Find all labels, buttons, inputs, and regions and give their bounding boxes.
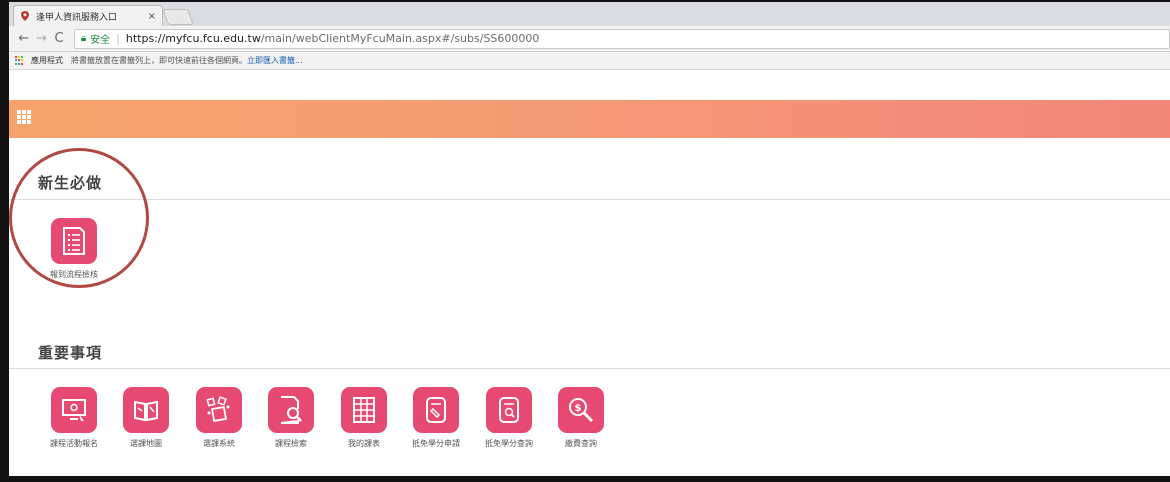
credit-apply-icon <box>413 387 459 433</box>
app-label: 課程活動報名 <box>50 439 98 448</box>
section-divider <box>9 199 1170 200</box>
section-divider <box>9 368 1170 369</box>
document-search-icon <box>268 387 314 433</box>
browser-tab[interactable]: 逢甲人資訊服務入口 × <box>13 5 163 26</box>
bookmarks-bar: 應用程式 將書籤放置在書籤列上，即可快速前往各個網頁。 立即匯入書籤... <box>9 52 1170 70</box>
app-credit-waiver-query[interactable]: 抵免學分查詢 <box>477 387 541 449</box>
app-course-selection[interactable]: 選課系統 <box>187 387 251 449</box>
secure-label: 安全 <box>90 35 111 46</box>
tab-close-icon[interactable]: × <box>148 11 156 22</box>
location-pin-icon <box>21 11 29 21</box>
bookmark-apps-link[interactable]: 應用程式 <box>31 55 63 66</box>
section-title-important: 重要事項 <box>38 344 103 362</box>
app-credit-waiver-apply[interactable]: 抵免學分申請 <box>404 387 468 449</box>
svg-text:$: $ <box>575 403 582 414</box>
monitor-signup-icon <box>51 387 97 433</box>
app-label: 選課系統 <box>203 439 235 448</box>
import-bookmarks-link[interactable]: 立即匯入書籤... <box>247 55 303 66</box>
lock-icon: 🔒︎ <box>80 33 87 44</box>
timetable-icon <box>341 387 387 433</box>
apps-grid-icon[interactable] <box>15 55 25 66</box>
app-label: 我的課表 <box>348 439 380 448</box>
url-separator: | <box>116 32 120 45</box>
app-label: 選課地圖 <box>130 439 162 448</box>
app-course-activity-signup[interactable]: 課程活動報名 <box>42 387 106 449</box>
tab-title: 逢甲人資訊服務入口 <box>36 12 118 23</box>
bookmarks-hint: 將書籤放置在書籤列上，即可快速前往各個網頁。 <box>71 56 247 65</box>
app-my-timetable[interactable]: 我的課表 <box>332 387 396 449</box>
site-header <box>9 100 1170 138</box>
app-payment-query[interactable]: $ 繳費查詢 <box>549 387 613 449</box>
url-path: /main/webClientMyFcuMain.aspx#/subs/SS60… <box>260 32 540 45</box>
app-label: 抵免學分查詢 <box>485 439 533 448</box>
address-toolbar: ← → C 🔒︎ 安全 | https://myfcu.fcu.edu.tw/m… <box>9 26 1170 52</box>
forward-arrow-icon[interactable]: → <box>33 31 51 46</box>
map-book-icon <box>123 387 169 433</box>
menu-grid-icon[interactable] <box>17 110 31 124</box>
payment-search-icon: $ <box>558 387 604 433</box>
app-course-map[interactable]: 選課地圖 <box>114 387 178 449</box>
app-label: 課程檢索 <box>275 439 307 448</box>
checklist-icon <box>51 218 97 264</box>
browser-tab-bar: 逢甲人資訊服務入口 × <box>9 2 1170 26</box>
url-input[interactable]: 🔒︎ 安全 | https://myfcu.fcu.edu.tw/main/we… <box>73 28 1170 49</box>
app-course-search[interactable]: 課程檢索 <box>259 387 323 449</box>
main-content: 新生必做 報到流程檢核 重要事項 課程活動報名 選課地圖 選課系統 課程檢索 我… <box>9 138 1170 476</box>
app-label: 抵免學分申請 <box>412 439 460 448</box>
back-arrow-icon[interactable]: ← <box>15 31 33 46</box>
scatter-cards-icon <box>196 387 242 433</box>
reload-icon[interactable]: C <box>50 31 68 46</box>
app-label: 繳費查詢 <box>565 439 597 448</box>
credit-query-icon <box>486 387 532 433</box>
url-host: https://myfcu.fcu.edu.tw <box>125 32 261 45</box>
section-title-freshman: 新生必做 <box>38 174 103 192</box>
app-checkin-checklist[interactable]: 報到流程檢核 <box>42 218 106 280</box>
app-label: 報到流程檢核 <box>50 270 98 279</box>
new-tab-button[interactable] <box>162 9 194 25</box>
